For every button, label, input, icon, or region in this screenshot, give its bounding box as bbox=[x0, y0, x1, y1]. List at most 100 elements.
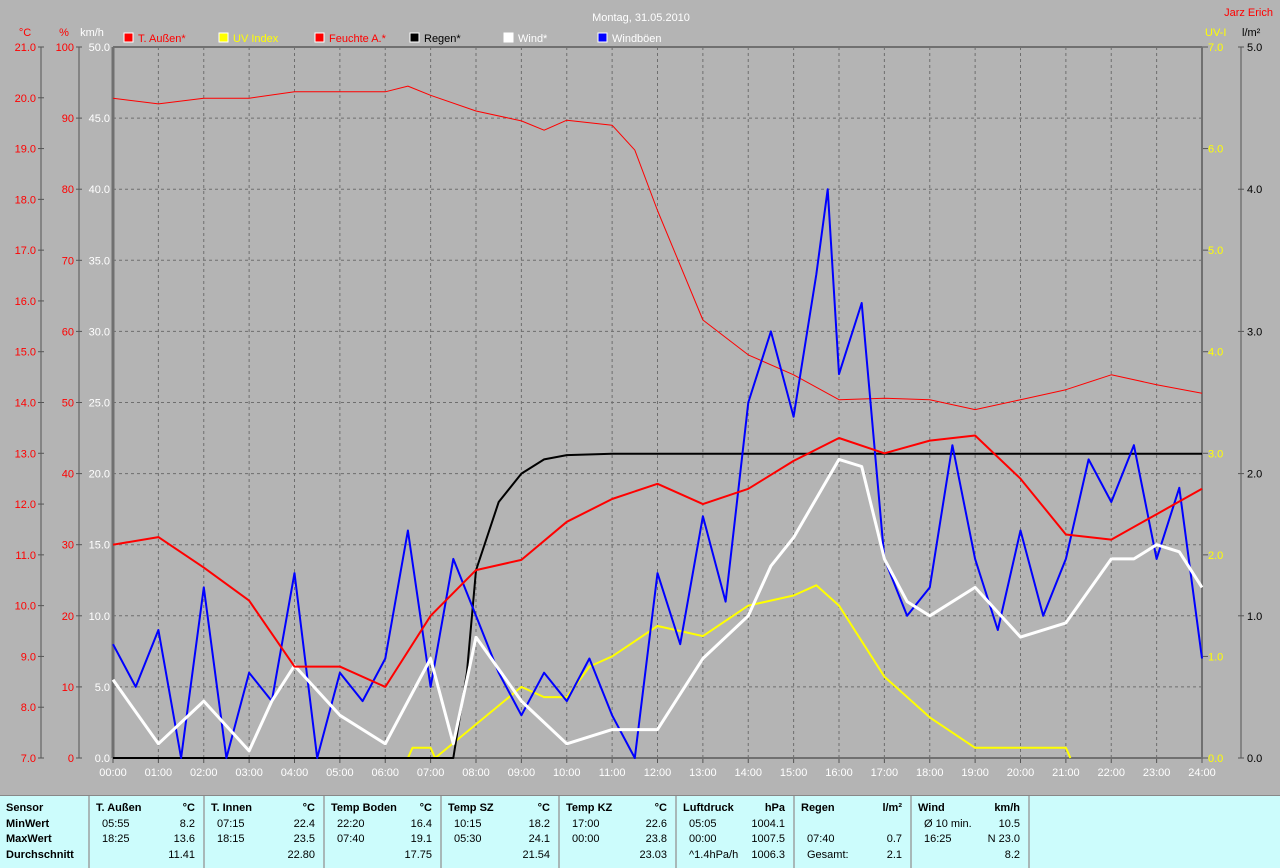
column-header: T. Außen bbox=[96, 802, 142, 814]
x-tick-label: 22:00 bbox=[1097, 767, 1125, 779]
x-tick-label: 11:00 bbox=[599, 767, 626, 779]
legend-swatch bbox=[597, 32, 608, 43]
temp-axis-label: 7.0 bbox=[21, 753, 36, 765]
time-value: Gesamt: bbox=[807, 848, 849, 861]
wind-axis-label: 25.0 bbox=[89, 398, 110, 410]
uv-axis-label: 0.0 bbox=[1208, 753, 1223, 765]
x-tick-label: 19:00 bbox=[961, 767, 989, 779]
measure-value: 1006.3 bbox=[751, 848, 785, 861]
measure-value: 18.2 bbox=[528, 817, 550, 830]
table-column: Wind km/h Ø 10 min. 10.5 16:25 N 23.0 8.2 bbox=[912, 796, 1030, 868]
hum-axis-label: 10 bbox=[62, 682, 74, 694]
x-tick-label: 14:00 bbox=[734, 767, 762, 779]
rain-axis-label: 0.0 bbox=[1247, 753, 1262, 765]
time-value: 16:25 bbox=[924, 833, 952, 845]
measure-value: 24.1 bbox=[528, 833, 550, 845]
hum-axis-label: 70 bbox=[62, 255, 74, 267]
hum-axis-label: 100 bbox=[56, 42, 74, 54]
measure-value: N 23.0 bbox=[987, 833, 1020, 845]
wind-axis-label: 10.0 bbox=[89, 611, 110, 623]
column-header: Temp Boden bbox=[331, 802, 397, 814]
hum-axis-label: 90 bbox=[62, 113, 74, 125]
uv-axis-label: 5.0 bbox=[1208, 245, 1223, 257]
temp-axis-label: 10.0 bbox=[15, 601, 36, 613]
x-tick-label: 12:00 bbox=[644, 767, 672, 779]
uv-axis-label: 6.0 bbox=[1208, 144, 1223, 156]
measure-value: 23.03 bbox=[639, 848, 667, 861]
wind-axis-label: 50.0 bbox=[89, 42, 110, 54]
time-value: ^1.4hPa/h bbox=[689, 848, 739, 861]
column-header: Sensor bbox=[6, 802, 44, 814]
uv-axis-label: 1.0 bbox=[1208, 651, 1223, 663]
temp-axis-label: 9.0 bbox=[21, 651, 36, 663]
measure-value: 1007.5 bbox=[751, 833, 785, 845]
measure-value: 23.5 bbox=[293, 833, 315, 845]
temp-axis-label: 16.0 bbox=[15, 296, 36, 308]
time-value: 05:30 bbox=[454, 833, 482, 845]
uv-axis-label: 4.0 bbox=[1208, 347, 1223, 359]
uv-axis-label: 7.0 bbox=[1208, 42, 1223, 54]
rain-axis-label: 4.0 bbox=[1247, 184, 1262, 196]
hum-axis-label: 0 bbox=[68, 753, 74, 765]
x-tick-label: 13:00 bbox=[689, 767, 717, 779]
x-tick-label: 21:00 bbox=[1052, 767, 1080, 779]
temp-axis-label: 18.0 bbox=[15, 194, 36, 206]
time-value: Ø 10 min. bbox=[924, 817, 972, 830]
time-value: 07:15 bbox=[217, 817, 245, 830]
time-value: 00:00 bbox=[689, 833, 717, 845]
time-value: 07:40 bbox=[337, 833, 365, 845]
table-column: T. Innen °C 07:15 22.4 18:15 23.5 22.80 bbox=[205, 796, 325, 868]
legend-label: UV Index bbox=[233, 33, 279, 45]
column-header: Luftdruck bbox=[683, 802, 734, 814]
x-tick-label: 09:00 bbox=[508, 767, 536, 779]
time-value: 10:15 bbox=[454, 817, 482, 830]
uv-axis-label: 2.0 bbox=[1208, 550, 1223, 562]
column-unit: hPa bbox=[764, 802, 785, 814]
column-unit: l/m² bbox=[882, 802, 902, 814]
column-header: Temp KZ bbox=[566, 802, 613, 814]
hum-axis-label: 30 bbox=[62, 540, 74, 552]
temp-axis-label: 14.0 bbox=[15, 398, 36, 410]
column-unit: °C bbox=[537, 802, 550, 814]
time-value: 00:00 bbox=[572, 833, 600, 845]
column-unit: °C bbox=[302, 802, 315, 814]
weather-chart: 00:00 01:00 02:00 03:00 04:00 05:00 06:00 07:00… bbox=[15, 7, 1273, 779]
statistics-table: Sensor MinWert MaxWert Durchschnitt T. Außen… bbox=[0, 795, 1280, 868]
wind-axis-label: 15.0 bbox=[89, 540, 110, 552]
measure-value: 22.6 bbox=[645, 817, 667, 830]
wind-axis-label: 5.0 bbox=[95, 682, 110, 694]
column-unit: °C bbox=[419, 802, 432, 814]
x-tick-label: 10:00 bbox=[553, 767, 581, 779]
temp-unit-label: °C bbox=[19, 27, 31, 39]
x-tick-label: 18:00 bbox=[916, 767, 944, 779]
measure-value: 0.7 bbox=[886, 833, 902, 845]
column-unit: km/h bbox=[994, 802, 1020, 814]
measure-value: 19.1 bbox=[410, 833, 432, 845]
x-tick-label: 16:00 bbox=[825, 767, 853, 779]
wind-axis-label: 35.0 bbox=[89, 255, 110, 267]
measure-value: 21.54 bbox=[522, 848, 550, 861]
legend-swatch bbox=[123, 32, 134, 43]
measure-value: 8.2 bbox=[179, 817, 195, 830]
time-value: 07:40 bbox=[807, 833, 835, 845]
x-tick-label: 00:00 bbox=[99, 767, 127, 779]
time-value: 17:00 bbox=[572, 817, 600, 830]
row-label: MaxWert bbox=[6, 833, 52, 845]
measure-value: 2.1 bbox=[886, 848, 902, 861]
measure-value: 22.4 bbox=[293, 817, 315, 830]
chart-title: Montag, 31.05.2010 bbox=[592, 12, 690, 24]
temp-axis-label: 15.0 bbox=[15, 347, 36, 359]
x-tick-label: 24:00 bbox=[1188, 767, 1216, 779]
x-tick-label: 03:00 bbox=[235, 767, 263, 779]
table-column: Temp SZ °C 10:15 18.2 05:30 24.1 21.54 bbox=[442, 796, 560, 868]
x-tick-label: 15:00 bbox=[780, 767, 808, 779]
rain-axis-label: 1.0 bbox=[1247, 611, 1262, 623]
uv-unit-label: UV-I bbox=[1205, 27, 1226, 39]
column-unit: °C bbox=[654, 802, 667, 814]
time-value: 18:15 bbox=[217, 833, 245, 845]
measure-value: 8.2 bbox=[1004, 848, 1020, 861]
measure-value: 10.5 bbox=[998, 817, 1020, 830]
time-value: 05:05 bbox=[689, 817, 717, 830]
wind-axis-label: 0.0 bbox=[95, 753, 110, 765]
time-value: 18:25 bbox=[102, 833, 130, 845]
